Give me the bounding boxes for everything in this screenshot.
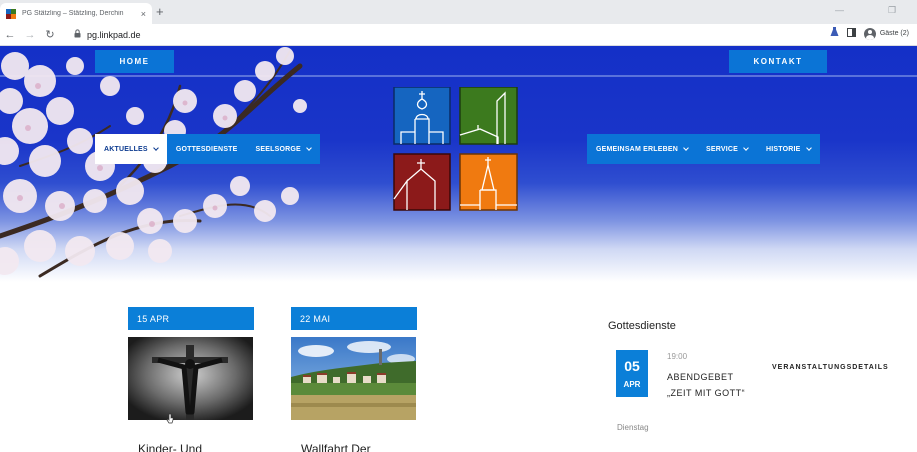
event-details-link[interactable]: VERANSTALTUNGSDETAILS <box>772 364 889 371</box>
event-weekday: Dienstag <box>617 423 649 432</box>
event-time: 19:00 <box>667 352 688 361</box>
site-favicon-icon <box>6 8 16 19</box>
menu-item-label: SEELSORGE <box>255 145 301 153</box>
event-title-line: ABENDGEBET <box>667 372 734 382</box>
url-field[interactable]: pg.linkpad.de <box>87 30 141 40</box>
profile-avatar-icon <box>863 27 876 40</box>
chevron-down-icon <box>743 144 749 151</box>
news-date: 15 APR <box>128 307 254 330</box>
mouse-pointer-icon <box>166 413 174 424</box>
chevron-down-icon <box>805 144 812 151</box>
event-day: 05 <box>624 358 640 374</box>
new-tab-icon[interactable]: + <box>156 5 164 19</box>
event-month: APR <box>623 380 641 389</box>
minimize-icon[interactable]: — <box>835 5 844 15</box>
menu-item-label: HISTORIE <box>765 145 801 153</box>
menu-item-historie[interactable]: HISTORIE <box>757 134 820 164</box>
news-date: 22 MAI <box>291 307 417 330</box>
tab-bar: PG Stätzling – Stätzling, Derchin × + — … <box>0 0 917 24</box>
profile-label: Gäste (2) <box>879 30 909 37</box>
menu-item-label: GEMEINSAM ERLEBEN <box>596 145 678 153</box>
menu-item-gemeinsam-erleben[interactable]: GEMEINSAM ERLEBEN <box>587 134 697 164</box>
landscape-image[interactable] <box>291 337 416 420</box>
forward-icon[interactable]: → <box>20 29 40 41</box>
sidebar-icon[interactable] <box>846 27 856 40</box>
menu-item-aktuelles[interactable]: AKTUELLES <box>95 134 167 164</box>
news-card[interactable]: 22 MAI Wallfahrt Der <box>291 307 417 452</box>
chevron-down-icon <box>152 144 159 151</box>
menu-item-label: GOTTESDIENSTE <box>175 145 238 153</box>
menu-item-label: AKTUELLES <box>104 145 148 153</box>
restore-icon[interactable]: ❐ <box>888 5 896 16</box>
event-title[interactable]: ABENDGEBET „ZEIT MIT GOTT“ <box>667 369 745 401</box>
hero-header: HOME KONTAKT AKTUELLES GOTTESDIENSTE SEE… <box>0 46 917 282</box>
close-tab-icon[interactable]: × <box>141 9 146 19</box>
back-icon[interactable]: ← <box>0 29 20 41</box>
menu-item-service[interactable]: SERVICE <box>697 134 757 164</box>
reload-icon[interactable]: ↻ <box>40 28 60 41</box>
lock-icon <box>74 29 81 40</box>
event-title-line: „ZEIT MIT GOTT“ <box>667 388 746 398</box>
menu-item-seelsorge[interactable]: SEELSORGE <box>247 134 320 164</box>
tab-title: PG Stätzling – Stätzling, Derchin <box>22 10 124 17</box>
main-menu-left: AKTUELLES GOTTESDIENSTE SEELSORGE <box>95 134 320 164</box>
home-button[interactable]: HOME <box>95 50 174 73</box>
event-date-badge: 05 APR <box>616 350 648 397</box>
chevron-down-icon <box>306 144 312 151</box>
menu-item-label: SERVICE <box>705 145 738 153</box>
crucifix-image[interactable] <box>128 337 253 420</box>
cherry-blossom-image <box>0 47 307 278</box>
parish-logo[interactable] <box>393 87 518 211</box>
news-title[interactable]: Kinder- Und <box>138 442 254 452</box>
extension-icon[interactable] <box>830 27 839 40</box>
services-heading: Gottesdienste <box>608 320 676 332</box>
main-menu-right: GEMEINSAM ERLEBEN SERVICE HISTORIE <box>587 134 820 164</box>
chevron-down-icon <box>683 144 689 151</box>
address-bar: ← → ↻ pg.linkpad.de Gäste (2) <box>0 24 917 46</box>
news-title[interactable]: Wallfahrt Der <box>301 442 417 452</box>
menu-item-gottesdienste[interactable]: GOTTESDIENSTE <box>167 134 247 164</box>
contact-button[interactable]: KONTAKT <box>729 50 827 73</box>
browser-tab[interactable]: PG Stätzling – Stätzling, Derchin × <box>0 3 152 24</box>
browser-window: PG Stätzling – Stätzling, Derchin × + — … <box>0 0 917 452</box>
news-card[interactable]: 15 APR Kinder- Und <box>128 307 254 452</box>
profile-button[interactable]: Gäste (2) <box>863 27 909 40</box>
